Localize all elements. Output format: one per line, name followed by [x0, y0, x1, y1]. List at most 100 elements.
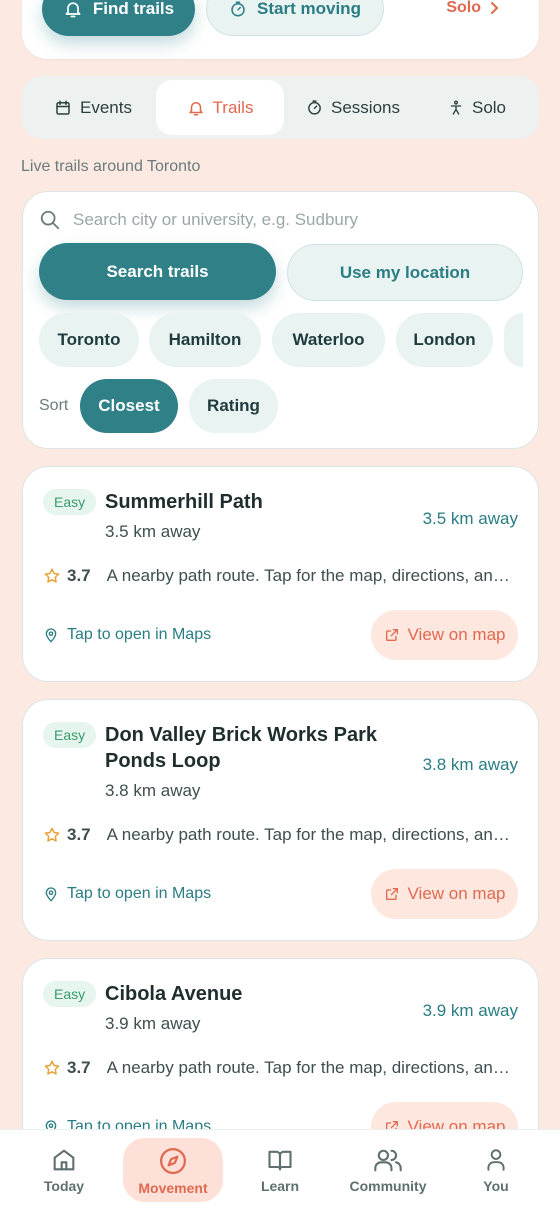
bell-icon — [187, 99, 205, 117]
person-icon — [448, 99, 464, 117]
stopwatch-icon — [306, 99, 323, 116]
sort-rating-label: Rating — [207, 396, 260, 415]
trail-distance: 3.9 km away — [105, 1014, 201, 1033]
bell-icon — [63, 0, 83, 19]
start-moving-label: Start moving — [257, 0, 361, 18]
city-chip-london[interactable]: London — [396, 313, 493, 367]
nav-community-label: Community — [349, 1178, 427, 1194]
trail-description: A nearby path route. Tap for the map, di… — [106, 1058, 518, 1077]
tab-sessions[interactable]: Sessions — [288, 80, 418, 135]
top-action-card: Find trails Start moving Solo — [22, 0, 539, 59]
tab-sessions-label: Sessions — [331, 97, 400, 117]
sort-label: Sort — [39, 397, 69, 414]
star-icon — [43, 1059, 61, 1077]
trail-distance-right: 3.8 km away — [422, 755, 518, 774]
home-icon — [50, 1146, 78, 1174]
search-icon — [39, 209, 61, 231]
external-link-icon — [384, 886, 400, 902]
nav-today-label: Today — [43, 1178, 85, 1194]
compass-icon — [158, 1146, 188, 1176]
maps-link-label: Tap to open in Maps — [67, 626, 212, 643]
trail-distance-right: 3.9 km away — [422, 1001, 518, 1020]
trail-name: Cibola Avenue — [105, 983, 243, 1005]
solo-link-label: Solo — [446, 0, 481, 16]
solo-link[interactable]: Solo — [446, 0, 499, 22]
map-pin-icon — [43, 626, 59, 644]
use-location-button[interactable]: Use my location — [287, 244, 523, 301]
trail-distance: 3.8 km away — [105, 781, 201, 800]
user-icon — [483, 1146, 509, 1174]
view-on-map-label: View on map — [407, 884, 506, 903]
nav-learn-label: Learn — [260, 1178, 300, 1194]
sort-rating[interactable]: Rating — [189, 379, 278, 433]
nav-movement[interactable]: Movement — [123, 1138, 223, 1202]
nav-community[interactable]: Community — [339, 1138, 437, 1202]
tab-events-label: Events — [80, 97, 132, 117]
view-on-map-label: View on map — [407, 625, 506, 644]
external-link-icon — [384, 627, 400, 643]
nav-learn[interactable]: Learn — [231, 1138, 329, 1202]
trail-rating: 3.7 — [67, 825, 91, 844]
trail-name: Summerhill Path — [105, 491, 263, 513]
tab-events[interactable]: Events — [30, 80, 156, 135]
map-pin-icon — [43, 885, 59, 903]
movement-tabs: Events Trails Sessions Solo — [22, 76, 539, 139]
trail-distance: 3.5 km away — [105, 522, 201, 541]
nav-movement-label: Movement — [138, 1180, 208, 1196]
find-trails-button[interactable]: Find trails — [42, 0, 195, 36]
city-chip-toronto[interactable]: Toronto — [39, 313, 139, 367]
city-chip-waterloo[interactable]: Waterloo — [272, 313, 385, 367]
trail-rating: 3.7 — [67, 1058, 91, 1077]
nav-you-label: You — [483, 1178, 509, 1194]
users-icon — [373, 1146, 403, 1174]
trail-description: A nearby path route. Tap for the map, di… — [106, 566, 518, 585]
tab-solo-label: Solo — [471, 97, 507, 117]
bottom-nav: Today Movement Learn Community You — [0, 1129, 560, 1214]
maps-link-label: Tap to open in Maps — [67, 885, 212, 902]
tab-trails[interactable]: Trails — [156, 80, 284, 135]
tab-solo[interactable]: Solo — [422, 80, 532, 135]
tab-trails-label: Trails — [212, 97, 254, 117]
book-icon — [266, 1146, 294, 1174]
search-trails-label: Search trails — [106, 261, 209, 281]
difficulty-badge: Easy — [43, 981, 97, 1007]
search-input[interactable]: Search city or university, e.g. Sudbury — [39, 208, 519, 232]
chip-label: Hamilton — [168, 330, 242, 349]
stopwatch-icon — [229, 0, 247, 18]
trail-summary: 3.7 A nearby path route. Tap for the map… — [43, 823, 518, 847]
trail-rating: 3.7 — [67, 566, 91, 585]
open-in-maps-link[interactable]: Tap to open in Maps — [43, 882, 211, 906]
sort-closest-label: Closest — [98, 396, 160, 415]
find-trails-label: Find trails — [92, 0, 175, 18]
chevron-right-icon — [489, 1, 499, 15]
trail-distance-right: 3.5 km away — [422, 509, 518, 528]
search-placeholder: Search city or university, e.g. Sudbury — [73, 210, 359, 229]
trail-summary: 3.7 A nearby path route. Tap for the map… — [43, 564, 518, 588]
trail-summary: 3.7 A nearby path route. Tap for the map… — [43, 1056, 518, 1080]
chip-label: Waterloo — [292, 330, 365, 349]
trail-description: A nearby path route. Tap for the map, di… — [106, 825, 518, 844]
star-icon — [43, 826, 61, 844]
search-trails-button[interactable]: Search trails — [39, 243, 276, 300]
use-location-label: Use my location — [339, 262, 471, 282]
trail-card[interactable]: Easy Don Valley Brick Works Park Ponds L… — [22, 699, 539, 941]
search-card: Search city or university, e.g. Sudbury … — [22, 191, 539, 449]
nav-today[interactable]: Today — [15, 1138, 113, 1202]
city-chip-hamilton[interactable]: Hamilton — [149, 313, 261, 367]
star-icon — [43, 567, 61, 585]
city-chip-more[interactable] — [504, 313, 523, 367]
view-on-map-button[interactable]: View on map — [371, 869, 518, 919]
trail-card[interactable]: Easy Summerhill Path 3.5 km away 3.5 km … — [22, 466, 539, 682]
chip-label: Toronto — [57, 330, 121, 349]
calendar-icon — [54, 99, 72, 117]
chip-label: London — [413, 330, 476, 349]
open-in-maps-link[interactable]: Tap to open in Maps — [43, 623, 211, 647]
location-caption: Live trails around Toronto — [21, 158, 201, 175]
sort-closest[interactable]: Closest — [80, 379, 178, 433]
view-on-map-button[interactable]: View on map — [371, 610, 518, 660]
trail-name: Don Valley Brick Works Park Ponds Loop — [105, 724, 377, 772]
difficulty-badge: Easy — [43, 722, 97, 748]
nav-you[interactable]: You — [447, 1138, 545, 1202]
difficulty-badge: Easy — [43, 489, 97, 515]
start-moving-button[interactable]: Start moving — [206, 0, 384, 36]
